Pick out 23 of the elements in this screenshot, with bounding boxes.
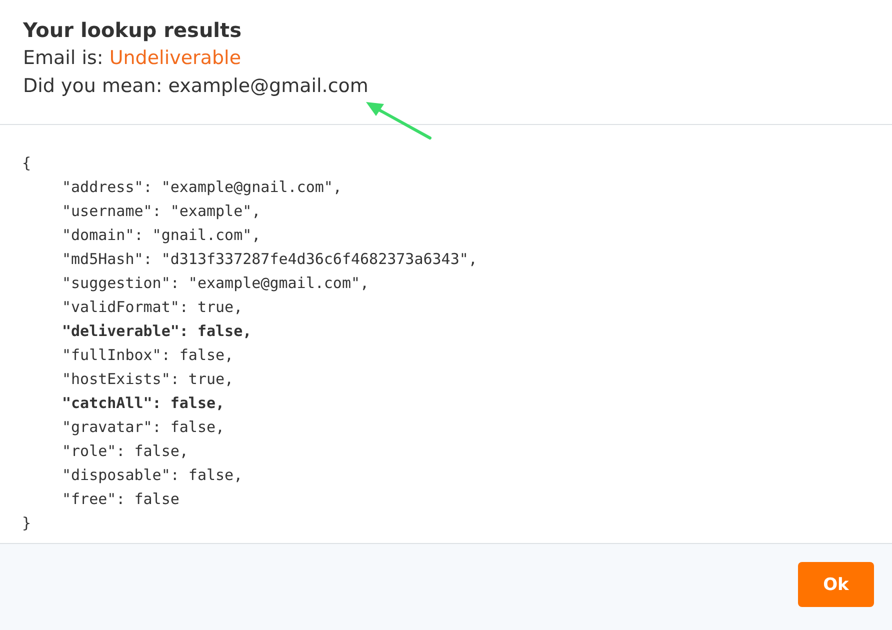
pointer-arrow: [364, 100, 434, 142]
code-line: "validFormat": true,: [62, 297, 243, 318]
code-line: "role": false,: [62, 441, 188, 462]
code-line: "address": "example@gnail.com",: [62, 177, 342, 198]
code-line: "hostExists": true,: [62, 369, 234, 390]
code-line: }: [22, 513, 32, 534]
code-line: "md5Hash": "d313f337287fe4d36c6f4682373a6343",: [62, 249, 478, 270]
code-line: "free": false: [62, 489, 180, 510]
ok-button[interactable]: Ok: [798, 562, 874, 607]
status-value: Undeliverable: [109, 47, 242, 69]
code-line: "disposable": false,: [62, 465, 243, 486]
status-label: Email is:: [23, 47, 104, 69]
suggestion-label: Did you mean:: [23, 75, 162, 97]
code-line: "fullInbox": false,: [62, 345, 234, 366]
code-line: "catchAll": false,: [62, 393, 225, 414]
code-line: "gravatar": false,: [62, 417, 225, 438]
code-line: "suggestion": "example@gmail.com",: [62, 273, 370, 294]
suggestion-value: example@gmail.com: [168, 75, 368, 97]
code-line: "deliverable": false,: [62, 321, 252, 342]
code-line: "username": "example",: [62, 201, 261, 222]
results-title: Your lookup results: [23, 17, 242, 44]
code-line: "domain": "gnail.com",: [62, 225, 261, 246]
code-line: {: [22, 153, 32, 174]
